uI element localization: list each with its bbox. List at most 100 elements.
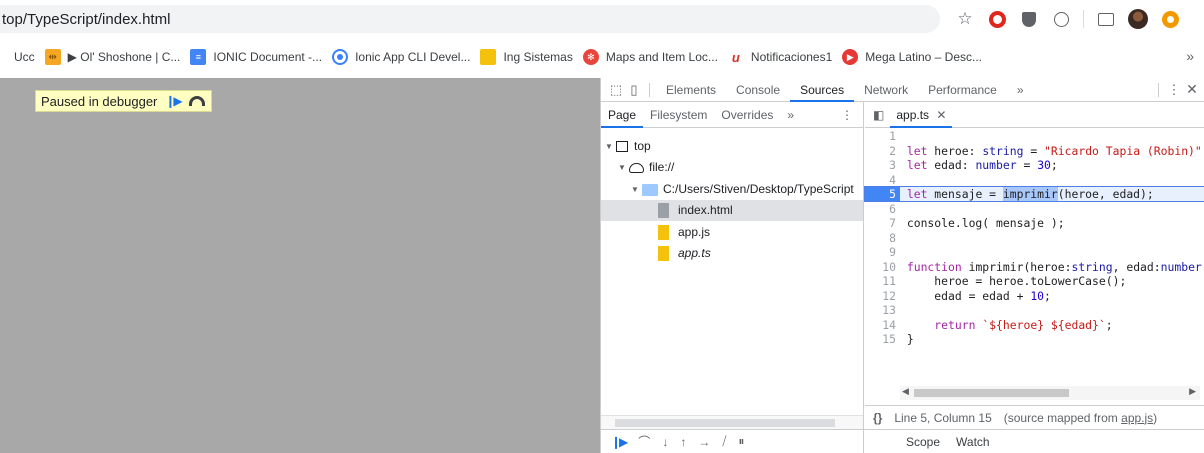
bookmark-ionic-cli[interactable]: Ionic App CLI Devel... <box>327 44 475 70</box>
expand-arrow-icon: ▼ <box>605 142 613 151</box>
line-number[interactable]: 3 <box>865 158 900 172</box>
tree-node-index-html[interactable]: index.html <box>601 200 863 221</box>
code-text: let mensaje = imprimir(heroe, edad); <box>906 187 1154 201</box>
resume-icon[interactable]: ❙▶ <box>611 435 628 449</box>
code-line[interactable]: 2 let heroe: string = "Ricardo Tapia (Ro… <box>865 144 1204 158</box>
circle-extension-icon[interactable] <box>1051 9 1071 29</box>
line-number[interactable]: 6 <box>865 202 900 216</box>
kebab-menu-icon[interactable]: ⋮ <box>1165 78 1183 102</box>
tabs-more-button[interactable]: » <box>1007 78 1034 102</box>
line-number[interactable]: 4 <box>865 173 900 187</box>
tab-overrides[interactable]: Overrides <box>714 102 780 128</box>
omnibox[interactable]: top/TypeScript/index.html <box>0 5 940 33</box>
line-number[interactable]: 2 <box>865 144 900 158</box>
tree-node-app-ts[interactable]: app.ts <box>658 243 711 264</box>
line-number[interactable]: 13 <box>865 303 900 317</box>
scroll-left-icon[interactable]: ◀ <box>902 386 909 397</box>
tab-console[interactable]: Console <box>726 78 790 102</box>
tree-node-app-js[interactable]: app.js <box>658 222 710 243</box>
profile-avatar[interactable] <box>1128 9 1148 29</box>
tree-node-top[interactable]: ▼ top <box>605 136 651 157</box>
line-number[interactable]: 5 <box>865 187 900 201</box>
code-line[interactable]: 7 console.log( mensaje ); <box>865 216 1204 230</box>
bookmark-mega-latino[interactable]: ▶ Mega Latino – Desc... <box>837 44 987 70</box>
code-line[interactable]: 6 <box>865 202 1204 216</box>
step-over-icon[interactable]: ⌒ <box>638 433 650 450</box>
code-line[interactable]: 11 heroe = heroe.toLowerCase(); <box>865 274 1204 288</box>
orange-extension-icon[interactable] <box>1160 9 1180 29</box>
bookmark-maps[interactable]: ✻ Maps and Item Loc... <box>578 44 723 70</box>
deactivate-breakpoints-icon[interactable]: ⧸ <box>722 434 726 449</box>
html-file-icon <box>658 203 669 218</box>
editor-tab-app-ts[interactable]: app.ts ✕ <box>890 102 953 128</box>
bookmark-shoshone[interactable]: ⇹ ▶ Ol' Shoshone | C... <box>40 44 186 70</box>
device-toolbar-icon[interactable]: ▯ <box>625 78 643 102</box>
bookmark-ucc[interactable]: Ucc <box>0 44 40 70</box>
code-view[interactable]: 1 2 let heroe: string = "Ricardo Tapia (… <box>864 129 1204 379</box>
tab-sources[interactable]: Sources <box>790 78 855 102</box>
code-text: return `${heroe} ${edad}`; <box>934 317 1113 332</box>
tab-scope[interactable]: Scope <box>906 435 940 449</box>
line-number[interactable]: 12 <box>865 289 900 303</box>
toggle-navigator-icon[interactable]: ◧ <box>873 108 884 122</box>
bookmark-ionic-doc[interactable]: ≡ IONIC Document -... <box>185 44 327 70</box>
code-line[interactable]: 1 <box>865 129 1204 143</box>
line-number[interactable]: 9 <box>865 245 900 259</box>
code-line[interactable]: 14 return `${heroe} ${edad}`; <box>865 318 1204 332</box>
yt-icon: ⇹ <box>44 49 61 65</box>
bookmark-ing-sistemas[interactable]: Ing Sistemas <box>475 44 577 70</box>
line-number[interactable]: 7 <box>865 216 900 230</box>
bookmarks-more-button[interactable]: » <box>1186 48 1194 64</box>
scrollbar-thumb[interactable] <box>615 419 835 427</box>
navigator-scrollbar[interactable] <box>601 415 863 429</box>
code-line[interactable]: 12 edad = edad + 10; <box>865 289 1204 303</box>
url-text[interactable]: top/TypeScript/index.html <box>2 11 170 28</box>
star-icon[interactable]: ☆ <box>955 9 975 29</box>
tab-watch[interactable]: Watch <box>956 435 990 449</box>
tab-network[interactable]: Network <box>854 78 918 102</box>
code-line[interactable]: 10 function imprimir(heroe:string, edad:… <box>865 260 1204 274</box>
scroll-right-icon[interactable]: ▶ <box>1189 386 1196 397</box>
editor-scrollbar[interactable]: ◀ ▶ <box>900 386 1200 400</box>
shield-icon[interactable] <box>1019 9 1039 29</box>
pause-on-exceptions-icon[interactable]: ⏸ <box>738 434 744 449</box>
tab-elements[interactable]: Elements <box>656 78 726 102</box>
close-devtools-icon[interactable]: ✕ <box>1183 78 1201 102</box>
tab-performance[interactable]: Performance <box>918 78 1007 102</box>
navigator-menu-icon[interactable]: ⋮ <box>834 102 863 128</box>
cast-icon[interactable] <box>1096 9 1116 29</box>
debugger-toolbar: ❙▶ ⌒ ↓ ↑ → ⧸ ⏸ Scope Watch <box>601 429 1204 453</box>
line-number[interactable]: 15 <box>865 332 900 346</box>
line-number[interactable]: 14 <box>865 318 900 332</box>
tab-page[interactable]: Page <box>601 102 644 128</box>
step-into-icon[interactable]: ↓ <box>662 435 668 449</box>
code-line[interactable]: 3 let edad: number = 30; <box>865 158 1204 172</box>
code-line[interactable]: 4 <box>865 173 1204 187</box>
opera-icon[interactable] <box>987 9 1007 29</box>
bookmark-label: Ucc <box>14 50 35 64</box>
code-line[interactable]: 9 <box>865 245 1204 259</box>
code-line[interactable]: 13 <box>865 303 1204 317</box>
close-tab-icon[interactable]: ✕ <box>936 108 946 122</box>
line-number[interactable]: 1 <box>865 129 900 143</box>
line-number[interactable]: 8 <box>865 231 900 245</box>
code-line[interactable]: 5 let mensaje = imprimir(heroe, edad); <box>864 186 1204 202</box>
tab-filesystem[interactable]: Filesystem <box>643 102 714 128</box>
inspect-element-icon[interactable]: ⬚ <box>607 78 625 102</box>
code-line[interactable]: 8 <box>865 231 1204 245</box>
tree-node-folder[interactable]: ▼ C:/Users/Stiven/Desktop/TypeScript <box>631 179 854 200</box>
scrollbar-thumb[interactable] <box>914 389 1069 397</box>
bookmark-notificaciones[interactable]: u Notificaciones1 <box>723 44 837 70</box>
tree-node-origin[interactable]: ▼ file:// <box>618 157 674 178</box>
pretty-print-button[interactable]: {} <box>873 411 882 425</box>
tree-node-label: app.ts <box>678 246 711 260</box>
source-map-link[interactable]: app.js <box>1121 411 1153 425</box>
resume-icon[interactable]: ❙▶ <box>165 94 182 108</box>
line-number[interactable]: 10 <box>865 260 900 274</box>
navigator-more-button[interactable]: » <box>780 102 801 128</box>
code-line[interactable]: 15 } <box>865 332 1204 346</box>
step-icon[interactable]: → <box>698 435 710 449</box>
step-out-icon[interactable]: ↑ <box>680 435 686 449</box>
step-over-icon[interactable] <box>188 96 205 106</box>
line-number[interactable]: 11 <box>865 274 900 288</box>
